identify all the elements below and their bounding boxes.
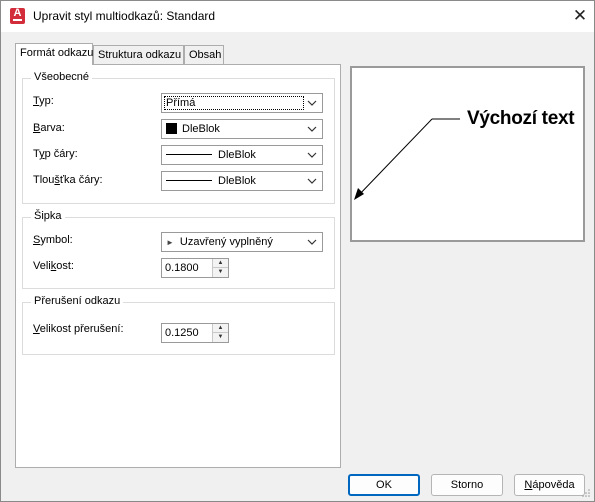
leader-preview-graphic bbox=[354, 118, 460, 200]
color-value: DleBlok bbox=[182, 123, 220, 135]
preview-pane: Výchozí text bbox=[350, 66, 585, 242]
autocad-app-icon: A bbox=[10, 7, 25, 24]
color-dropdown[interactable]: DleBlok bbox=[161, 119, 323, 139]
spin-down-icon[interactable]: ▼ bbox=[213, 268, 228, 277]
resize-grip-icon[interactable] bbox=[581, 488, 591, 498]
type-dropdown[interactable]: Přímá bbox=[161, 93, 323, 113]
linetype-dropdown[interactable]: DleBlok bbox=[161, 145, 323, 165]
arrow-size-label: Velikost: bbox=[33, 260, 74, 272]
app-icon-letter: A bbox=[13, 7, 22, 19]
spin-up-icon[interactable]: ▲ bbox=[213, 324, 228, 333]
dialog-window: A Upravit styl multiodkazů: Standard ✕ F… bbox=[0, 0, 595, 502]
tab-format-odkazu[interactable]: Formát odkazu bbox=[15, 43, 93, 65]
chevron-down-icon bbox=[307, 178, 317, 184]
spin-down-icon[interactable]: ▼ bbox=[213, 333, 228, 342]
spin-up-icon[interactable]: ▲ bbox=[213, 259, 228, 268]
cancel-button[interactable]: Storno bbox=[431, 474, 503, 496]
lineweight-sample bbox=[166, 180, 212, 181]
lineweight-dropdown[interactable]: DleBlok bbox=[161, 171, 323, 191]
ok-button[interactable]: OK bbox=[348, 474, 420, 496]
general-group-title: Všeobecné bbox=[31, 71, 93, 83]
tab-label: Formát odkazu bbox=[20, 47, 94, 59]
type-label: Typ: bbox=[33, 95, 54, 107]
type-value: Přímá bbox=[166, 97, 196, 109]
symbol-label: Symbol: bbox=[33, 234, 73, 246]
color-label: Barva: bbox=[33, 122, 65, 134]
arrow-size-value: 0.1800 bbox=[165, 262, 199, 274]
preview-default-text: Výchozí text bbox=[467, 108, 575, 129]
lineweight-value: DleBlok bbox=[218, 175, 256, 187]
help-button[interactable]: Nápověda bbox=[514, 474, 585, 496]
break-group-title: Přerušení odkazu bbox=[31, 295, 124, 307]
chevron-down-icon bbox=[307, 152, 317, 158]
tab-label: Obsah bbox=[189, 49, 222, 61]
title-bar: A Upravit styl multiodkazů: Standard ✕ bbox=[1, 1, 594, 32]
tab-panel-format: Všeobecné Typ: Přímá Barva: DleBlok Typ … bbox=[15, 64, 341, 468]
linetype-sample bbox=[166, 154, 212, 155]
arrow-size-spinner[interactable]: 0.1800 ▲ ▼ bbox=[161, 258, 229, 278]
break-size-value: 0.1250 bbox=[165, 327, 199, 339]
closed-filled-arrow-icon: ► bbox=[166, 238, 174, 247]
break-size-label: Velikost přerušení: bbox=[33, 323, 124, 335]
chevron-down-icon bbox=[307, 126, 317, 132]
linetype-label: Typ čáry: bbox=[33, 148, 78, 160]
lineweight-label: Tloušťka čáry: bbox=[33, 174, 103, 186]
symbol-value: Uzavřený vyplněný bbox=[179, 236, 273, 248]
close-icon[interactable]: ✕ bbox=[570, 5, 590, 27]
chevron-down-icon bbox=[307, 100, 317, 106]
chevron-down-icon bbox=[307, 239, 317, 245]
linetype-value: DleBlok bbox=[218, 149, 256, 161]
tab-struktura-odkazu[interactable]: Struktura odkazu bbox=[93, 45, 184, 65]
arrow-symbol-dropdown[interactable]: ► Uzavřený vyplněný bbox=[161, 232, 323, 252]
tab-obsah[interactable]: Obsah bbox=[184, 45, 224, 65]
window-title: Upravit styl multiodkazů: Standard bbox=[33, 9, 216, 23]
arrow-group: Šipka Symbol: ► Uzavřený vyplněný Velikos… bbox=[22, 210, 335, 289]
break-group: Přerušení odkazu Velikost přerušení: 0.1… bbox=[22, 295, 335, 355]
color-swatch bbox=[166, 123, 177, 134]
tab-label: Struktura odkazu bbox=[98, 49, 182, 61]
arrow-group-title: Šipka bbox=[31, 210, 65, 222]
break-size-spinner[interactable]: 0.1250 ▲ ▼ bbox=[161, 323, 229, 343]
general-group: Všeobecné Typ: Přímá Barva: DleBlok Typ … bbox=[22, 71, 335, 204]
